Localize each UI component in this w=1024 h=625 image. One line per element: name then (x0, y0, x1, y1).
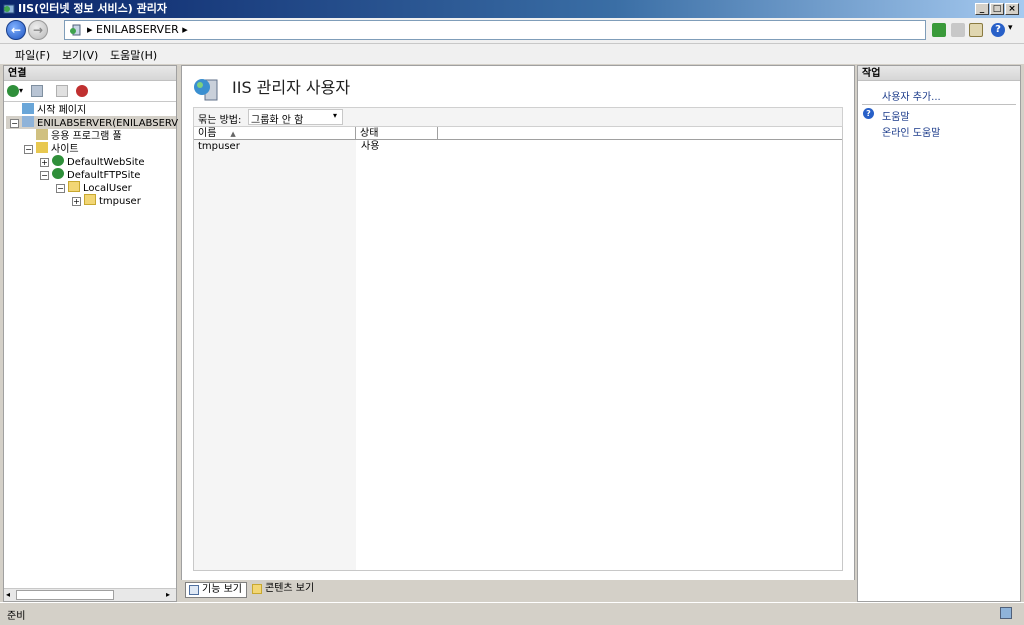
tree-local-user[interactable]: − LocalUser (6, 181, 176, 194)
menu-view[interactable]: 보기(V) (62, 47, 98, 63)
user-status-cell: 사용 (361, 141, 380, 152)
save-icon[interactable] (31, 85, 43, 97)
help-icon: ? (863, 108, 874, 119)
tree-server-node[interactable]: − ENILABSERVER(ENILABSERV (6, 116, 178, 129)
address-field[interactable]: ▸ ENILABSERVER ▸ (64, 20, 926, 40)
iis-app-icon (3, 4, 15, 14)
collapse-icon[interactable]: − (10, 119, 19, 128)
column-header-status[interactable]: 상태 (356, 127, 438, 140)
horizontal-scrollbar[interactable]: ◂ ▸ (4, 588, 176, 601)
globe-icon (52, 168, 64, 179)
disconnect-icon[interactable] (76, 85, 88, 97)
address-bar-row: ← → ▸ ENILABSERVER ▸ ? ▾ (0, 18, 1024, 44)
connections-toolbar: ▾ (4, 82, 176, 102)
divider (862, 104, 1016, 105)
chevron-down-icon[interactable]: ▾ (333, 111, 337, 120)
sort-ascending-icon: ▲ (230, 130, 236, 138)
help-link[interactable]: 도움말 (882, 108, 910, 123)
menu-help[interactable]: 도움말(H) (110, 47, 157, 63)
tree-start-page[interactable]: 시작 페이지 (6, 103, 176, 116)
forward-arrow-icon: → (32, 23, 44, 37)
stop-icon[interactable] (951, 23, 965, 37)
app-pool-icon (36, 129, 48, 140)
status-text: 준비 (7, 611, 26, 622)
scroll-left-icon[interactable]: ◂ (6, 590, 10, 599)
tree-default-ftp-site[interactable]: − DefaultFTPSite (6, 168, 176, 181)
home-icon[interactable] (969, 23, 983, 37)
address-path[interactable]: ENILABSERVER (96, 23, 179, 36)
scrollbar-thumb[interactable] (16, 590, 114, 600)
group-by-label: 묶는 방법: (198, 115, 242, 126)
globe-icon (52, 155, 64, 166)
scroll-right-icon[interactable]: ▸ (166, 590, 170, 599)
help-dropdown-icon[interactable]: ▾ (1008, 23, 1013, 33)
refresh-icon[interactable] (932, 23, 946, 37)
name-column-background (194, 127, 356, 570)
expand-icon[interactable]: + (40, 158, 49, 167)
address-separator-icon: ▸ (178, 23, 188, 36)
minimize-button[interactable]: _ (975, 3, 989, 15)
tree-sites[interactable]: − 사이트 (6, 142, 176, 155)
features-pane: IIS 관리자 사용자 묶는 방법: 그룹화 안 함 ▾ 이름 ▲ 상태 tmpu… (181, 65, 855, 600)
group-by-select[interactable]: 그룹화 안 함 ▾ (248, 109, 343, 126)
actions-pane: 작업 사용자 추가... ? 도움말 온라인 도움말 (857, 65, 1021, 602)
table-row[interactable]: tmpuser 사용 (194, 141, 842, 153)
server-icon (22, 116, 34, 127)
add-user-link[interactable]: 사용자 추가... (882, 88, 941, 103)
column-header-name[interactable]: 이름 ▲ (194, 127, 356, 140)
help-icon[interactable]: ? (991, 23, 1005, 37)
user-name-cell: tmpuser (198, 141, 240, 152)
menu-file[interactable]: 파일(F) (15, 47, 50, 63)
actions-header: 작업 (858, 66, 1020, 81)
expand-icon[interactable]: + (72, 197, 81, 206)
close-button[interactable]: × (1005, 3, 1019, 15)
collapse-icon[interactable]: − (40, 171, 49, 180)
connect-icon[interactable] (7, 85, 19, 97)
server-icon (70, 24, 81, 36)
features-view-icon (189, 585, 199, 595)
back-button[interactable]: ← (6, 20, 26, 40)
online-help-link[interactable]: 온라인 도움말 (882, 124, 940, 139)
up-icon[interactable] (56, 85, 68, 97)
collapse-icon[interactable]: − (56, 184, 65, 193)
start-page-icon (22, 103, 34, 114)
view-tabs: 기능 보기 콘텐츠 보기 (181, 580, 855, 600)
tree-tmpuser[interactable]: + tmpuser (6, 194, 176, 207)
sites-folder-icon (36, 142, 48, 153)
tab-content-view[interactable]: 콘텐츠 보기 (249, 582, 324, 598)
collapse-icon[interactable]: − (24, 145, 33, 154)
status-bar: 준비 (0, 602, 1024, 625)
connections-header: 연결 (4, 66, 176, 81)
back-arrow-icon: ← (10, 23, 22, 37)
connections-pane: 연결 ▾ 시작 페이지 − ENILABSERVER(ENILABSERV 응용 … (3, 65, 178, 602)
users-list: 이름 ▲ 상태 tmpuser 사용 (193, 127, 843, 571)
group-by-value: 그룹화 안 함 (251, 115, 304, 126)
maximize-button[interactable]: □ (990, 3, 1004, 15)
page-title: IIS 관리자 사용자 (232, 78, 351, 97)
tree-default-web-site[interactable]: + DefaultWebSite (6, 155, 176, 168)
window-title: IIS(인터넷 정보 서비스) 관리자 (18, 2, 167, 15)
menu-bar: 파일(F) 보기(V) 도움말(H) (0, 44, 1024, 64)
connect-dropdown-icon[interactable]: ▾ (19, 86, 23, 95)
virtual-folder-icon (84, 194, 96, 205)
group-by-bar: 묶는 방법: 그룹화 안 함 ▾ (193, 107, 843, 127)
tree-app-pools[interactable]: 응용 프로그램 풀 (6, 129, 176, 142)
forward-button[interactable]: → (28, 20, 48, 40)
address-separator-icon: ▸ (87, 23, 97, 36)
content-view-icon (252, 584, 262, 594)
folder-icon (68, 181, 80, 192)
window-title-bar: IIS(인터넷 정보 서비스) 관리자 (0, 0, 1024, 18)
list-header: 이름 ▲ 상태 (194, 127, 842, 140)
iis-users-icon (194, 79, 218, 101)
server-status-icon (1000, 607, 1012, 619)
tab-features-view[interactable]: 기능 보기 (185, 582, 247, 598)
